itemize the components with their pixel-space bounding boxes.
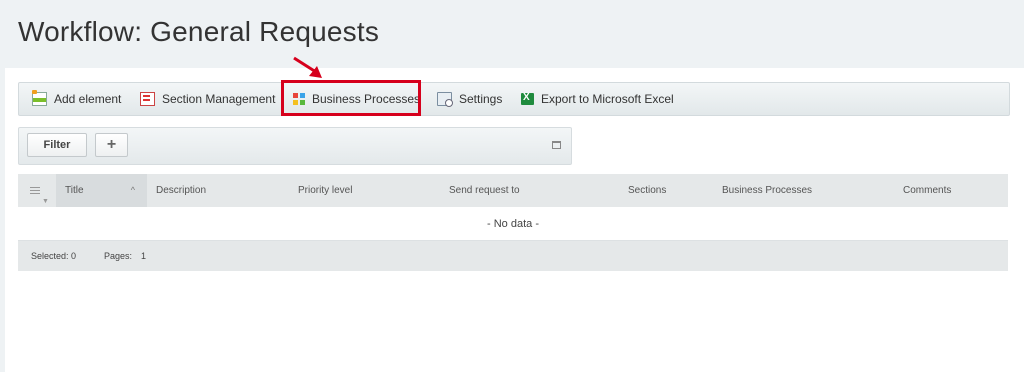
add-element-icon — [32, 90, 47, 106]
export-excel-button[interactable]: Export to Microsoft Excel — [521, 83, 674, 115]
excel-icon — [521, 92, 534, 105]
section-management-label: Section Management — [162, 92, 276, 106]
settings-button[interactable]: Settings — [437, 83, 502, 115]
column-header-send-request[interactable]: Send request to — [449, 174, 520, 207]
section-list-icon — [140, 92, 155, 106]
page-title: Workflow: General Requests — [18, 16, 380, 47]
column-settings-button[interactable]: ▼ — [18, 174, 56, 207]
add-element-label: Add element — [54, 92, 122, 106]
highlight-box — [281, 80, 421, 116]
column-header-business-processes[interactable]: Business Processes — [722, 174, 812, 207]
export-excel-label: Export to Microsoft Excel — [541, 92, 674, 106]
settings-icon — [437, 92, 453, 107]
arrow-annotation-icon — [293, 56, 322, 78]
toolbar: Add element Section Management Business … — [18, 82, 1010, 116]
column-header-sections[interactable]: Sections — [628, 174, 666, 207]
pages-label: Pages: — [104, 251, 133, 261]
filter-bar: Filter + — [18, 127, 572, 165]
grid-footer: Selected: 0 Pages: 1 — [18, 241, 1008, 271]
minimize-icon[interactable] — [552, 141, 561, 149]
menu-icon — [30, 187, 40, 188]
selected-count: Selected: 0 — [31, 251, 77, 261]
grid-header: ▼ Title ^ Description Priority level Sen… — [18, 174, 1008, 207]
section-management-button[interactable]: Section Management — [140, 83, 275, 115]
pages-value: 1 — [141, 251, 147, 261]
sort-ascending-icon: ^ — [130, 185, 135, 195]
add-filter-button[interactable]: + — [95, 133, 128, 157]
column-header-title[interactable]: Title ^ — [56, 174, 147, 207]
column-header-comments[interactable]: Comments — [903, 174, 951, 207]
settings-label: Settings — [459, 92, 503, 106]
empty-state: - No data - — [18, 208, 1008, 241]
column-header-description[interactable]: Description — [156, 174, 206, 207]
column-header-priority[interactable]: Priority level — [298, 174, 352, 207]
add-element-button[interactable]: Add element — [32, 83, 121, 115]
filter-button[interactable]: Filter — [27, 133, 87, 157]
